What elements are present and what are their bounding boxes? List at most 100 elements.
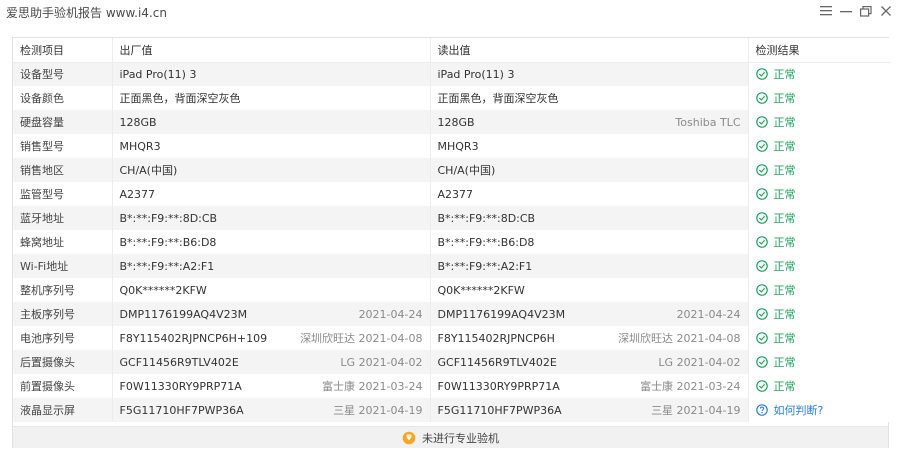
read-value: MHQR3 (437, 139, 479, 153)
result-text: 正常 (773, 188, 796, 201)
footer-text: 未进行专业验机 (422, 431, 499, 445)
factory-meta: 富士康 2021-03-24 (322, 380, 423, 393)
factory-value: MHQR3 (119, 139, 161, 153)
question-circle-icon (755, 404, 768, 416)
result-ok: 正常 (755, 306, 884, 322)
result-cell: 正常 (747, 86, 890, 110)
factory-value: CH/A(中国) (119, 164, 178, 177)
item-label: 整机序列号 (13, 278, 112, 302)
table-row: 后置摄像头 GCF11456R9TLV402E LG 2021-04-02 GCF11… (13, 350, 890, 374)
header-read: 读出值 (429, 38, 748, 63)
read-value: GCF11456R9TLV402E (437, 355, 557, 369)
read-value: B*:**:F9:**:8D:CB (437, 211, 536, 225)
header-result: 检测结果 (747, 38, 890, 63)
factory-value-cell: F8Y115402RJPNCP6H+109 深圳欣旺达 2021-04-08 (111, 326, 430, 350)
close-button[interactable] (876, 2, 896, 20)
result-text: 正常 (773, 212, 796, 225)
read-meta: 三星 2021-04-19 (651, 404, 741, 417)
table-row: 电池序列号 F8Y115402RJPNCP6H+109 深圳欣旺达 2021-04-… (13, 326, 890, 350)
table-row: 前置摄像头 F0W11330RY9PRP71A 富士康 2021-03-24 F0W1… (13, 374, 890, 398)
check-circle-icon (755, 140, 768, 152)
table-row: 蓝牙地址 B*:**:F9:**:8D:CB B*:**:F9:**:8D:CB 正常 (13, 206, 890, 230)
read-value: A2377 (437, 187, 474, 201)
read-value-cell: A2377 (429, 182, 748, 206)
item-label: 前置摄像头 (13, 374, 112, 398)
factory-meta: 深圳欣旺达 2021-04-08 (300, 332, 423, 345)
result-ok: 正常 (755, 114, 884, 130)
factory-value: Q0K******2KFW (119, 283, 207, 297)
result-text: 正常 (773, 236, 796, 249)
table-row: Wi-Fi地址 B*:**:F9:**:A2:F1 B*:**:F9:**:A2:F… (13, 254, 890, 278)
factory-value-cell: MHQR3 (111, 134, 430, 158)
item-label: 电池序列号 (13, 326, 112, 350)
result-cell[interactable]: 如何判断? (747, 398, 890, 422)
factory-value-cell: B*:**:F9:**:A2:F1 (111, 254, 430, 278)
item-label: 设备型号 (13, 62, 112, 86)
result-ok: 正常 (755, 354, 884, 370)
window-title: 爱思助手验机报告 www.i4.cn (6, 6, 167, 20)
result-text: 正常 (773, 380, 796, 393)
result-ok: 正常 (755, 90, 884, 106)
factory-value: F8Y115402RJPNCP6H+109 (119, 331, 268, 345)
factory-value: DMP1176199AQ4V23M (119, 307, 248, 321)
result-cell: 正常 (747, 326, 890, 350)
restore-button[interactable] (856, 2, 876, 20)
read-meta: Toshiba TLC (675, 115, 741, 129)
read-meta: 深圳欣旺达 2021-04-08 (618, 332, 741, 345)
result-ok: 正常 (755, 378, 884, 394)
factory-value-cell: B*:**:F9:**:8D:CB (111, 206, 430, 230)
check-circle-icon (755, 164, 768, 176)
result-ok: 正常 (755, 66, 884, 82)
result-text: 正常 (773, 68, 796, 82)
result-text: 正常 (773, 140, 796, 153)
item-label: Wi-Fi地址 (13, 254, 112, 278)
factory-value: 128GB (119, 115, 157, 129)
read-value: 128GB (437, 115, 475, 129)
window-controls (816, 2, 896, 20)
item-label: 销售型号 (13, 134, 112, 158)
how-to-judge-link[interactable]: 如何判断? (755, 402, 884, 418)
read-value-cell: F8Y115402RJPNCP6H 深圳欣旺达 2021-04-08 (429, 326, 748, 350)
item-label: 销售地区 (13, 158, 112, 182)
check-circle-icon (755, 356, 768, 368)
read-value-cell: 正面黑色，背面深空灰色 (429, 86, 748, 110)
read-value-cell: MHQR3 (429, 134, 748, 158)
factory-value-cell: CH/A(中国) (111, 158, 430, 182)
result-cell: 正常 (747, 278, 890, 302)
factory-value-cell: iPad Pro(11) 3 (111, 62, 430, 86)
item-label: 主板序列号 (13, 302, 112, 326)
result-ok: 正常 (755, 138, 884, 154)
table-row: 设备型号 iPad Pro(11) 3 iPad Pro(11) 3 正常 (13, 62, 890, 86)
read-value-cell: F5G11710HF7PWP36A 三星 2021-04-19 (429, 398, 748, 422)
result-cell: 正常 (747, 182, 890, 206)
read-value: Q0K******2KFW (437, 283, 525, 297)
check-circle-icon (755, 68, 768, 81)
minimize-button[interactable] (836, 2, 856, 20)
factory-value: F5G11710HF7PWP36A (119, 403, 244, 417)
result-cell: 正常 (747, 110, 890, 134)
factory-value-cell: GCF11456R9TLV402E LG 2021-04-02 (111, 350, 430, 374)
table-row: 液晶显示屏 F5G11710HF7PWP36A 三星 2021-04-19 F5G11… (13, 398, 890, 422)
menu-button[interactable] (816, 2, 836, 20)
table-row: 销售地区 CH/A(中国) CH/A(中国) 正常 (13, 158, 890, 182)
factory-value-cell: 128GB (111, 110, 430, 134)
factory-meta: LG 2021-04-02 (340, 355, 423, 369)
check-circle-icon (755, 308, 768, 320)
factory-value-cell: 正面黑色，背面深空灰色 (111, 86, 430, 110)
result-cell: 正常 (747, 62, 890, 86)
check-circle-icon (755, 116, 768, 128)
result-text: 正常 (773, 356, 796, 369)
read-value-cell: DMP1176199AQ4V23M 2021-04-24 (429, 302, 748, 326)
read-value-cell: B*:**:F9:**:B6:D8 (429, 230, 748, 254)
factory-meta: 2021-04-24 (358, 307, 423, 321)
result-text: 正常 (773, 332, 796, 345)
check-circle-icon (755, 92, 768, 104)
read-meta: 富士康 2021-03-24 (640, 380, 741, 393)
factory-value: A2377 (119, 187, 156, 201)
read-value-cell: iPad Pro(11) 3 (429, 62, 748, 86)
read-value-cell: B*:**:F9:**:8D:CB (429, 206, 748, 230)
restore-icon (860, 5, 872, 17)
factory-value-cell: A2377 (111, 182, 430, 206)
factory-value-cell: B*:**:F9:**:B6:D8 (111, 230, 430, 254)
read-value: CH/A(中国) (437, 164, 496, 177)
